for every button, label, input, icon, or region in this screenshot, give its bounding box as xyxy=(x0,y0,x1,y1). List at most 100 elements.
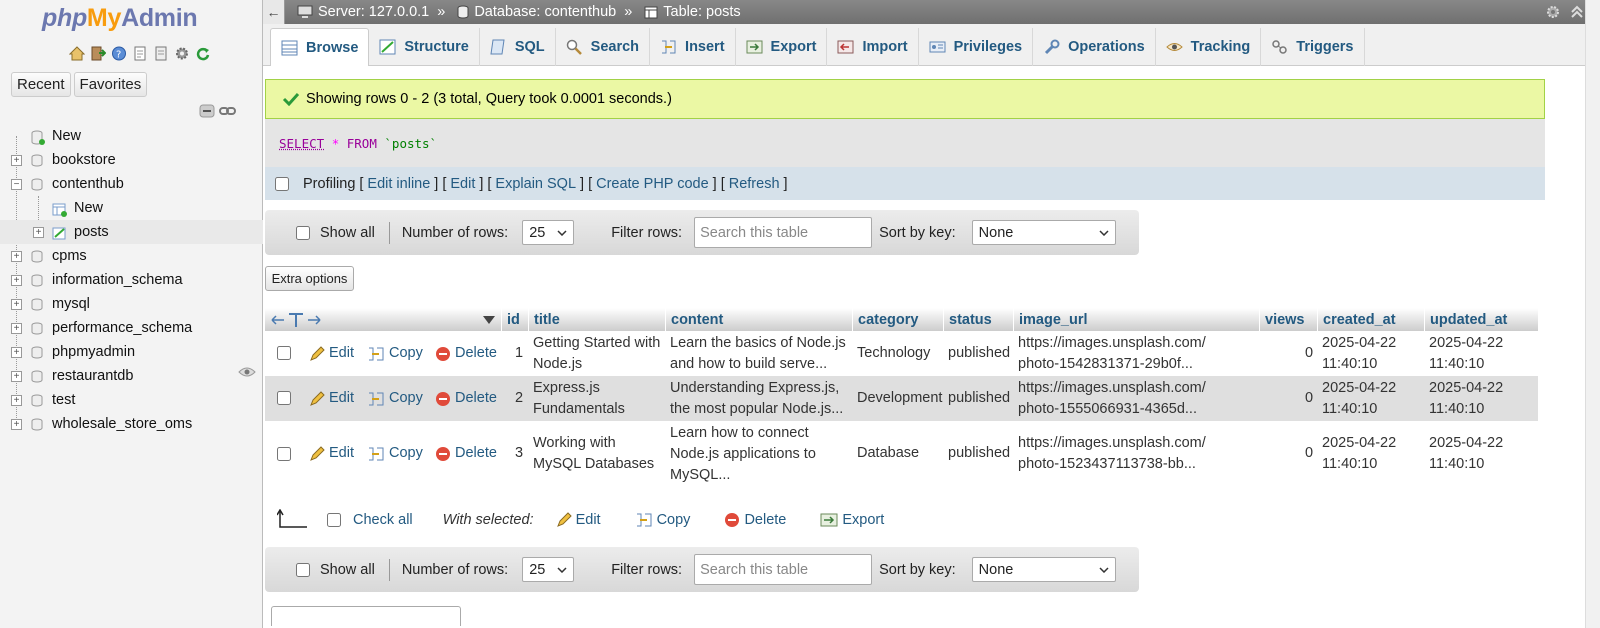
tree-item-posts[interactable]: + posts xyxy=(0,220,263,244)
cell-content[interactable]: Learn how to connect Node.js applications… xyxy=(670,423,816,486)
filter-rows-input[interactable]: Search this table xyxy=(694,554,873,585)
settings-gear-icon[interactable] xyxy=(173,45,191,62)
cell-content[interactable]: Understanding Express.js, the most popula… xyxy=(670,378,843,420)
tab-sql[interactable]: SQL xyxy=(480,28,556,66)
row-delete-button[interactable]: Delete xyxy=(435,443,497,464)
cell-views[interactable]: 0 xyxy=(1305,343,1313,364)
column-header-updated-at[interactable]: updated_at xyxy=(1424,308,1538,331)
row-copy-button[interactable]: Copy xyxy=(367,443,423,464)
docs-icon[interactable] xyxy=(131,45,149,62)
cell-image-url[interactable]: https://images.unsplash.com/photo-154283… xyxy=(1018,333,1206,375)
cell-created-at[interactable]: 2025-04-22 11:40:10 xyxy=(1322,433,1396,475)
logout-icon[interactable] xyxy=(89,45,107,62)
row-checkbox[interactable] xyxy=(277,346,291,360)
cell-created-at[interactable]: 2025-04-22 11:40:10 xyxy=(1322,333,1396,375)
tree-item-bookstore[interactable]: + bookstore xyxy=(0,148,263,172)
collapse-icon[interactable]: − xyxy=(11,178,22,190)
cell-image-url[interactable]: https://images.unsplash.com/photo-155506… xyxy=(1018,378,1206,420)
cell-created-at[interactable]: 2025-04-22 11:40:10 xyxy=(1322,378,1396,420)
expand-icon[interactable]: + xyxy=(11,250,22,262)
expand-icon[interactable]: + xyxy=(11,322,22,334)
bulk-copy-button[interactable]: Copy xyxy=(635,512,690,528)
tab-tracking[interactable]: Tracking xyxy=(1156,28,1262,66)
explain-sql-link[interactable]: Explain SQL xyxy=(495,176,576,192)
profiling-checkbox[interactable] xyxy=(275,176,289,191)
link-with-main-panel-icon[interactable] xyxy=(219,104,237,122)
tree-item-wholesale-store-oms[interactable]: + wholesale_store_oms xyxy=(0,412,263,436)
show-hidden-eye-icon[interactable] xyxy=(238,366,256,382)
column-arrows-icon[interactable] xyxy=(270,312,322,328)
recent-tables-button[interactable]: Recent xyxy=(11,72,71,97)
breadcrumb-table[interactable]: Table: posts xyxy=(644,4,741,20)
tree-item-mysql[interactable]: + mysql xyxy=(0,292,263,316)
tab-search[interactable]: Search xyxy=(556,28,651,66)
check-all-label[interactable]: Check all xyxy=(353,512,413,528)
tree-item-phpmyadmin[interactable]: + phpmyadmin xyxy=(0,340,263,364)
breadcrumb-database[interactable]: Database: contenthub xyxy=(457,4,616,20)
collapse-top-icon[interactable] xyxy=(1569,4,1585,20)
expand-icon[interactable]: + xyxy=(11,394,22,406)
sql-docs-icon[interactable] xyxy=(152,45,170,62)
cell-views[interactable]: 0 xyxy=(1305,443,1313,464)
tab-export[interactable]: Export xyxy=(736,28,828,66)
tree-item-performance-schema[interactable]: + performance_schema xyxy=(0,316,263,340)
show-all-checkbox[interactable] xyxy=(296,562,310,577)
tab-import[interactable]: Import xyxy=(827,28,919,66)
cell-updated-at[interactable]: 2025-04-22 11:40:10 xyxy=(1429,333,1503,375)
settings-gear-icon[interactable] xyxy=(1545,4,1561,20)
expand-icon[interactable]: + xyxy=(11,346,22,358)
create-php-code-link[interactable]: Create PHP code xyxy=(596,176,709,192)
expand-icon[interactable]: + xyxy=(11,298,22,310)
tab-privileges[interactable]: Privileges xyxy=(919,28,1034,66)
cell-content[interactable]: Learn the basics of Node.js and how to bu… xyxy=(670,333,846,375)
tree-item-new[interactable]: New xyxy=(0,124,263,148)
column-header-title[interactable]: title xyxy=(528,308,665,331)
rows-per-page-select[interactable]: 25 xyxy=(522,220,575,245)
tab-insert[interactable]: Insert xyxy=(650,28,736,66)
edit-query-link[interactable]: Edit xyxy=(450,176,475,192)
column-header-views[interactable]: views xyxy=(1259,308,1317,331)
tree-item-test[interactable]: + test xyxy=(0,388,263,412)
tree-item-information-schema[interactable]: + information_schema xyxy=(0,268,263,292)
home-icon[interactable] xyxy=(68,45,86,62)
cell-category[interactable]: Development xyxy=(857,388,942,409)
tab-browse[interactable]: Browse xyxy=(270,28,370,66)
expand-icon[interactable]: + xyxy=(11,274,22,286)
tree-item-contenthub[interactable]: − contenthub xyxy=(0,172,263,196)
collapse-nav-arrow-icon[interactable]: ← xyxy=(263,0,285,24)
tree-item-restaurantdb[interactable]: + restaurantdb xyxy=(0,364,263,388)
phpmyadmin-logo[interactable]: phpMyAdmin xyxy=(42,4,198,33)
tab-operations[interactable]: Operations xyxy=(1033,28,1156,66)
tab-structure[interactable]: Structure xyxy=(369,28,480,66)
reload-icon[interactable] xyxy=(194,45,212,62)
column-header-category[interactable]: category xyxy=(852,308,943,331)
expand-icon[interactable]: + xyxy=(11,370,22,382)
cell-id[interactable]: 3 xyxy=(515,443,523,464)
row-checkbox[interactable] xyxy=(277,447,291,461)
cell-category[interactable]: Technology xyxy=(857,343,930,364)
tree-item-cpms[interactable]: + cpms xyxy=(0,244,263,268)
collapse-all-icon[interactable] xyxy=(199,104,215,122)
cell-category[interactable]: Database xyxy=(857,443,919,464)
favorite-tables-button[interactable]: Favorites xyxy=(73,72,148,97)
cell-updated-at[interactable]: 2025-04-22 11:40:10 xyxy=(1429,433,1503,475)
bulk-edit-button[interactable]: Edit xyxy=(556,512,601,528)
sort-dropdown-icon[interactable] xyxy=(482,315,496,325)
refresh-link[interactable]: Refresh xyxy=(729,176,780,192)
cell-title[interactable]: Express.js Fundamentals xyxy=(533,378,625,420)
sort-by-key-select[interactable]: None xyxy=(971,220,1116,245)
cell-id[interactable]: 2 xyxy=(515,388,523,409)
cell-updated-at[interactable]: 2025-04-22 11:40:10 xyxy=(1429,378,1503,420)
help-icon[interactable]: ? xyxy=(110,45,128,62)
rows-per-page-select[interactable]: 25 xyxy=(522,557,575,582)
cell-title[interactable]: Working with MySQL Databases xyxy=(533,433,654,475)
row-edit-button[interactable]: Edit xyxy=(309,443,354,464)
expand-icon[interactable]: + xyxy=(11,154,22,166)
bulk-export-button[interactable]: Export xyxy=(820,512,884,528)
column-header-created-at[interactable]: created_at xyxy=(1317,308,1424,331)
show-all-checkbox[interactable] xyxy=(296,225,310,240)
sql-query-display[interactable]: SELECT * FROM `posts` xyxy=(265,119,1545,167)
cell-status[interactable]: published xyxy=(948,343,1010,364)
expand-icon[interactable]: + xyxy=(33,226,44,238)
expand-icon[interactable]: + xyxy=(11,418,22,430)
